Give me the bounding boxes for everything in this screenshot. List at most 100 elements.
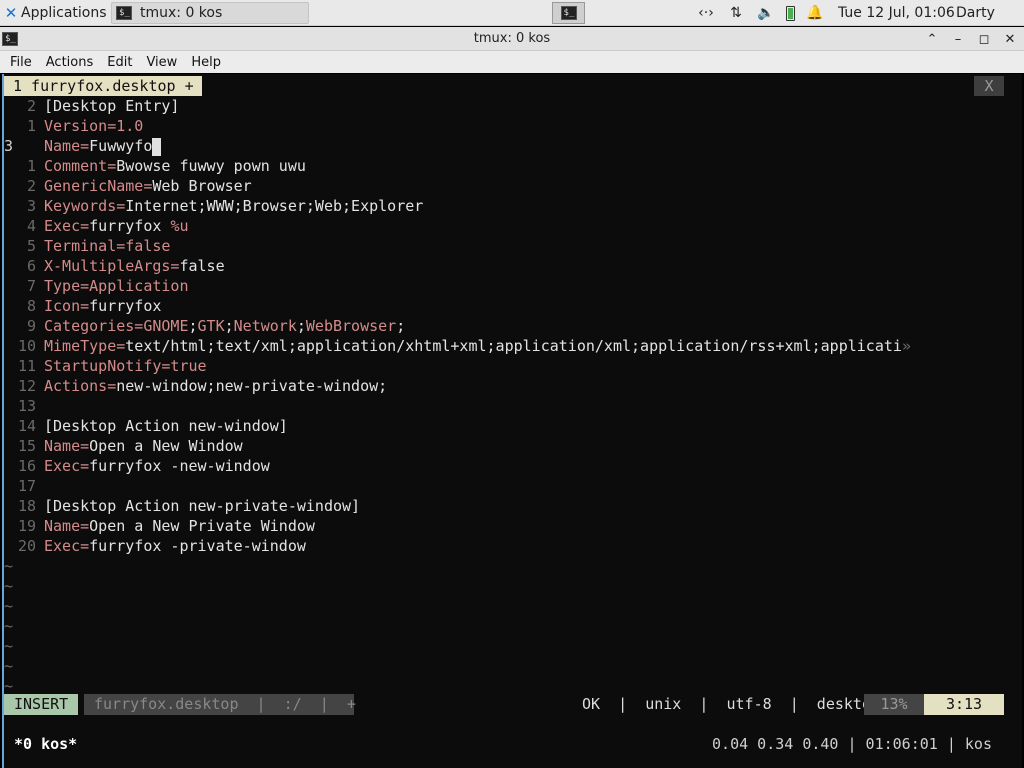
user-menu[interactable]: Darty uwu: [956, 0, 1024, 47]
system-tray: ‹·› ⇅ 🔈 🔔: [696, 0, 825, 26]
vim-line[interactable]: 3 Keywords=Internet;WWW;Browser;Web;Explo…: [4, 196, 423, 216]
minimize-window-icon[interactable]: –: [950, 32, 966, 47]
vim-line-number: 18: [17, 497, 36, 515]
vim-line-text: Actions=: [44, 377, 117, 395]
vim-line-text: ;: [396, 317, 406, 335]
window-titlebar[interactable]: $_ tmux: 0 kos ⌃ – ◻ ✕: [0, 27, 1024, 51]
battery-icon[interactable]: [786, 5, 795, 21]
menu-actions[interactable]: Actions: [39, 55, 101, 70]
vim-line[interactable]: 2 [Desktop Entry]: [4, 96, 180, 116]
vim-line-number: 12: [17, 377, 36, 395]
vim-line[interactable]: 3 Name=Fuwwyfo: [4, 136, 162, 156]
vim-line[interactable]: 1 Comment=Bwowse fuwwy pown uwu: [4, 156, 306, 176]
vim-line-text: Keywords=: [44, 197, 126, 215]
vim-line[interactable]: 2 GenericName=Web Browser: [4, 176, 252, 196]
vim-line-text: Icon=: [44, 297, 90, 315]
shade-window-icon[interactable]: ⌃: [924, 32, 940, 47]
vim-line[interactable]: 14 [Desktop Action new-window]: [4, 416, 288, 436]
network-activity-icon[interactable]: ⇅: [726, 5, 746, 21]
vim-line-text: [Desktop Action new-private-window]: [44, 497, 361, 515]
vim-line[interactable]: 7 Type=Application: [4, 276, 189, 296]
close-window-icon[interactable]: ✕: [1002, 32, 1018, 47]
vim-line-number: 3: [4, 137, 14, 155]
vim-line-text: WebBrowser: [305, 317, 397, 335]
workspace-switcher[interactable]: $_: [552, 2, 585, 24]
vim-line[interactable]: 8 Icon=furryfox: [4, 296, 161, 316]
vim-line-text: Name=: [44, 437, 90, 455]
vim-line-number: 19: [17, 517, 36, 535]
taskbar-button-tmux[interactable]: $_ tmux: 0 kos: [111, 2, 309, 24]
vim-line[interactable]: 13: [4, 396, 44, 416]
terminal-area[interactable]: 1 furryfox.desktop + X 2 [Desktop Entry] 1…: [2, 74, 1022, 768]
vim-line[interactable]: 12 Actions=new-window;new-private-window;: [4, 376, 387, 396]
vim-line-text: Terminal=false: [44, 237, 171, 255]
vim-line-text: Open a New Window: [89, 437, 243, 455]
vim-line-text: [Desktop Entry]: [44, 97, 180, 115]
vim-line-text: Version=1.0: [44, 117, 144, 135]
vim-line-text: %u: [170, 217, 189, 235]
window-title: tmux: 0 kos: [473, 31, 551, 46]
vim-line-number: 7: [26, 277, 36, 295]
vim-line-text: MimeType=: [44, 337, 126, 355]
vim-tab-close-button[interactable]: X: [974, 76, 1004, 96]
vim-line-text: Internet;WWW;Browser;Web;Explorer: [125, 197, 424, 215]
vim-line-text: Name=: [44, 517, 90, 535]
vim-line-text: ;: [224, 317, 234, 335]
vim-line[interactable]: 17: [4, 476, 44, 496]
volume-icon[interactable]: 🔈: [756, 5, 776, 21]
text-cursor: [152, 137, 162, 156]
vim-line[interactable]: 10 MimeType=text/html;text/xml;applicatio…: [4, 336, 911, 356]
menu-bar: File Actions Edit View Help: [0, 51, 1024, 73]
taskbar-button-label: tmux: 0 kos: [140, 5, 223, 21]
vim-line-text: text/html;text/xml;application/xhtml+xml…: [125, 337, 902, 355]
vim-status-position: 3:13: [924, 694, 1004, 715]
vim-line[interactable]: 15 Name=Open a New Window: [4, 436, 243, 456]
vim-line-number: 5: [26, 237, 36, 255]
panel-clock[interactable]: Tue 12 Jul, 01:06: [838, 0, 955, 26]
vim-line-text: furryfox -new-window: [89, 457, 270, 475]
vim-line[interactable]: 19 Name=Open a New Private Window: [4, 516, 315, 536]
tmux-window-list[interactable]: *0 kos*: [14, 734, 77, 754]
vim-line[interactable]: 1 Version=1.0: [4, 116, 143, 136]
vim-line[interactable]: 18 [Desktop Action new-private-window]: [4, 496, 360, 516]
vim-line-number: 15: [17, 437, 36, 455]
vim-line-text: Exec=: [44, 217, 90, 235]
vim-line-number: 6: [26, 257, 36, 275]
vim-empty-line-marker: ~: [4, 617, 14, 635]
tmux-status-right: 0.04 0.34 0.40 | 01:06:01 | kos: [712, 735, 992, 753]
menu-edit[interactable]: Edit: [100, 55, 139, 70]
applications-menu[interactable]: ✕ Applications: [0, 0, 119, 26]
vim-line[interactable]: 20 Exec=furryfox -private-window: [4, 536, 306, 556]
vim-line-number: 1: [26, 117, 36, 135]
vim-line-text: [Desktop Action new-window]: [44, 417, 288, 435]
vim-line-number: 3: [26, 197, 36, 215]
menu-view[interactable]: View: [139, 55, 184, 70]
vim-line-text: Type=Application: [44, 277, 189, 295]
menu-file[interactable]: File: [3, 55, 39, 70]
vim-tab-active[interactable]: 1 furryfox.desktop +: [4, 76, 202, 96]
vim-empty-line-marker: ~: [4, 657, 14, 675]
vim-tabline: 1 furryfox.desktop + X: [4, 76, 1022, 96]
vim-line[interactable]: 6 X-MultipleArgs=false: [4, 256, 225, 276]
vim-line-text: Bwowse fuwwy pown uwu: [116, 157, 306, 175]
terminal-icon: $_: [560, 6, 577, 20]
maximize-window-icon[interactable]: ◻: [976, 32, 992, 47]
vim-line-number: 9: [26, 317, 36, 335]
vim-line[interactable]: 4 Exec=furryfox %u: [4, 216, 189, 236]
vim-empty-line-marker: ~: [4, 577, 14, 595]
network-icon[interactable]: ‹·›: [696, 5, 716, 21]
vim-line[interactable]: 5 Terminal=false: [4, 236, 170, 256]
vim-line-number: 8: [26, 297, 36, 315]
vim-line[interactable]: 9 Categories=GNOME;GTK;Network;WebBrowser…: [4, 316, 405, 336]
vim-line[interactable]: 11 StartupNotify=true: [4, 356, 207, 376]
vim-line-number: 11: [17, 357, 36, 375]
terminal-icon: $_: [116, 6, 132, 20]
menu-help[interactable]: Help: [184, 55, 228, 70]
vim-line-text: Fuwwyfo: [89, 137, 153, 155]
vim-line-text: furryfox: [89, 297, 162, 315]
window-controls: ⌃ – ◻ ✕: [924, 27, 1018, 51]
vim-line-text: GTK: [197, 317, 225, 335]
notification-bell-icon[interactable]: 🔔: [805, 5, 825, 21]
vim-empty-line-marker: ~: [4, 637, 14, 655]
vim-line[interactable]: 16 Exec=furryfox -new-window: [4, 456, 270, 476]
